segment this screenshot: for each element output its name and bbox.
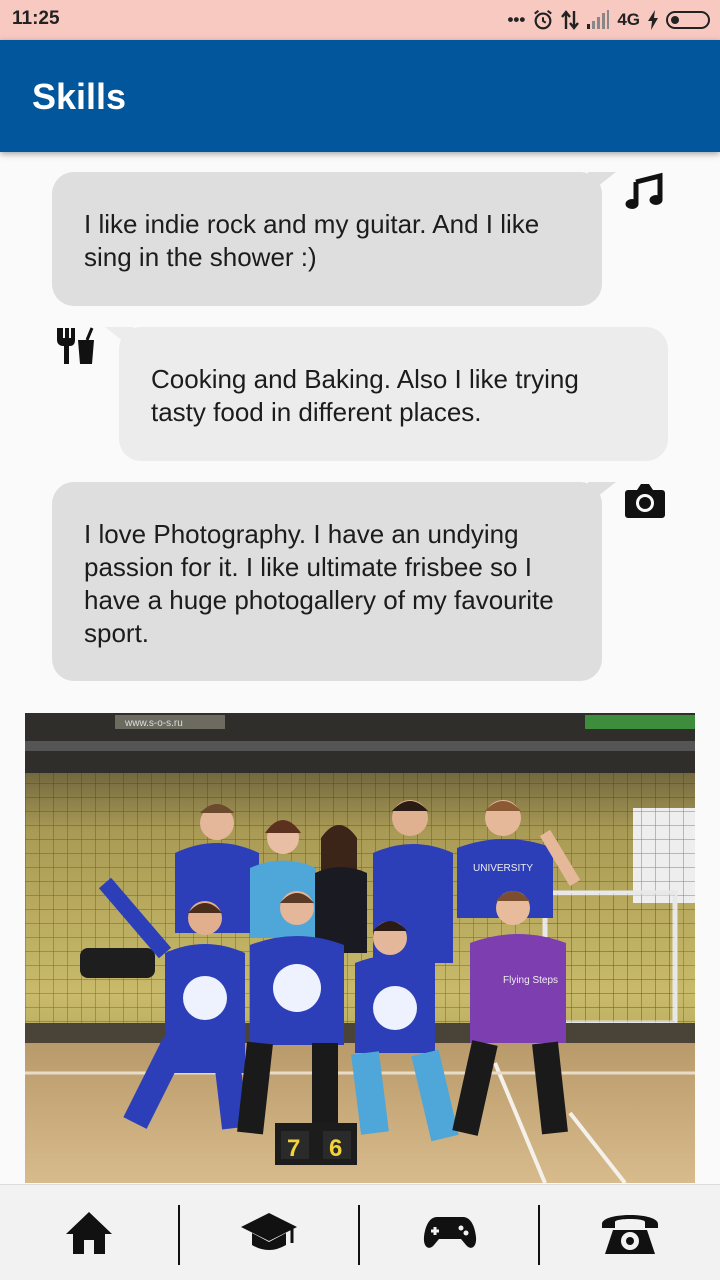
graduation-cap-icon[interactable] bbox=[240, 1211, 298, 1255]
bottom-nav bbox=[0, 1184, 720, 1280]
gamepad-icon[interactable] bbox=[423, 1215, 477, 1251]
page-title: Skills bbox=[32, 76, 127, 117]
phone-icon[interactable] bbox=[599, 1208, 661, 1258]
camera-icon bbox=[625, 484, 665, 518]
status-time: 11:25 bbox=[12, 8, 60, 29]
app-bar: Skills bbox=[0, 40, 720, 152]
battery-icon bbox=[666, 11, 710, 29]
signal-icon bbox=[587, 10, 610, 29]
skill-text: I like indie rock and my guitar. And I l… bbox=[84, 209, 540, 272]
fork-and-drink-icon bbox=[57, 327, 94, 364]
nav-home[interactable] bbox=[0, 1185, 178, 1280]
banner-text: www.s-o-s.ru bbox=[124, 718, 183, 729]
alarm-icon bbox=[534, 10, 553, 30]
skill-bubble-photography: I love Photography. I have an undying pa… bbox=[52, 482, 616, 681]
shirt-text: Flying Steps bbox=[503, 975, 558, 986]
data-transfer-icon bbox=[561, 10, 580, 30]
home-icon[interactable] bbox=[64, 1210, 114, 1256]
team-photo: www.s-o-s.ru UNIVERSITY Flying Steps 7 6 bbox=[25, 713, 695, 1183]
status-icons: ••• 4G bbox=[507, 7, 710, 33]
skill-text: Cooking and Baking. Also I like trying t… bbox=[151, 364, 579, 427]
skill-bubble-music: I like indie rock and my guitar. And I l… bbox=[52, 172, 616, 306]
nav-games[interactable] bbox=[360, 1185, 540, 1280]
charging-icon bbox=[648, 10, 658, 30]
score-left: 7 bbox=[287, 1135, 300, 1162]
status-bar: 11:25 ••• 4G bbox=[0, 0, 720, 40]
team-photo-image: www.s-o-s.ru UNIVERSITY Flying Steps 7 6 bbox=[25, 713, 695, 1183]
score-right: 6 bbox=[329, 1135, 342, 1162]
scoreboard: 7 6 bbox=[275, 1123, 357, 1165]
skill-text: I love Photography. I have an undying pa… bbox=[84, 519, 554, 648]
music-note-icon bbox=[625, 172, 663, 209]
skill-bubble-food: Cooking and Baking. Also I like trying t… bbox=[105, 327, 668, 461]
nav-contact[interactable] bbox=[540, 1185, 720, 1280]
nav-education[interactable] bbox=[180, 1185, 358, 1280]
more-icon: ••• bbox=[507, 10, 526, 29]
shirt-text: UNIVERSITY bbox=[473, 863, 533, 874]
network-type: 4G bbox=[617, 10, 640, 29]
